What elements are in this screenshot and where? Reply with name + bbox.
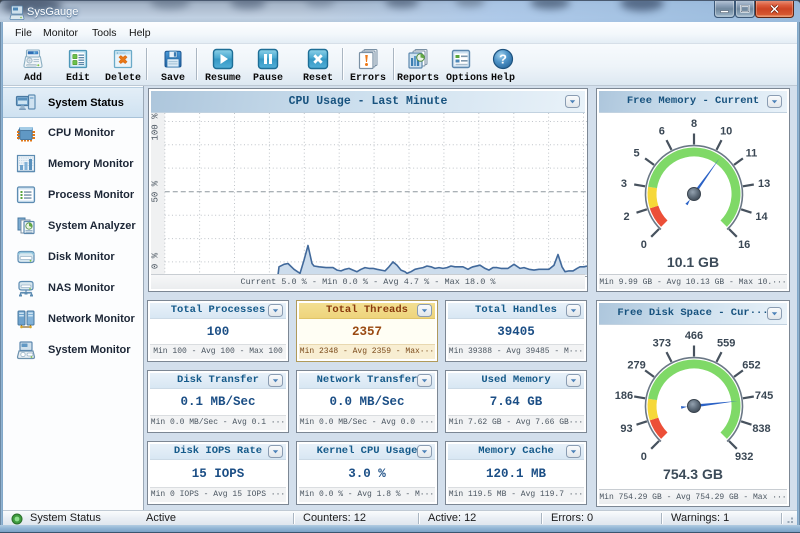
- svg-text:838: 838: [752, 423, 770, 435]
- svg-text:?: ?: [499, 52, 507, 67]
- svg-text:8: 8: [691, 118, 697, 130]
- svg-text:10: 10: [720, 126, 732, 138]
- svg-text:6: 6: [659, 126, 665, 138]
- svg-text:14: 14: [755, 211, 768, 223]
- svg-text:50 %: 50 %: [151, 180, 161, 202]
- svg-text:0: 0: [641, 451, 647, 463]
- svg-text:932: 932: [735, 451, 753, 463]
- svg-text:466: 466: [685, 330, 703, 342]
- svg-text:652: 652: [742, 359, 760, 371]
- svg-text:2: 2: [623, 211, 629, 223]
- svg-text:373: 373: [653, 338, 671, 350]
- svg-text:0: 0: [641, 239, 647, 251]
- svg-text:186: 186: [615, 390, 633, 402]
- svg-text:0 %: 0 %: [151, 252, 161, 269]
- svg-text:559: 559: [717, 338, 735, 350]
- svg-text:16: 16: [738, 239, 750, 251]
- svg-text:11: 11: [746, 147, 758, 159]
- svg-text:3: 3: [621, 178, 627, 190]
- svg-text:5: 5: [634, 147, 640, 159]
- svg-text:100 %: 100 %: [151, 113, 161, 141]
- svg-text:279: 279: [627, 359, 645, 371]
- svg-text:93: 93: [620, 423, 632, 435]
- svg-text:745: 745: [755, 390, 773, 402]
- svg-text:13: 13: [758, 178, 770, 190]
